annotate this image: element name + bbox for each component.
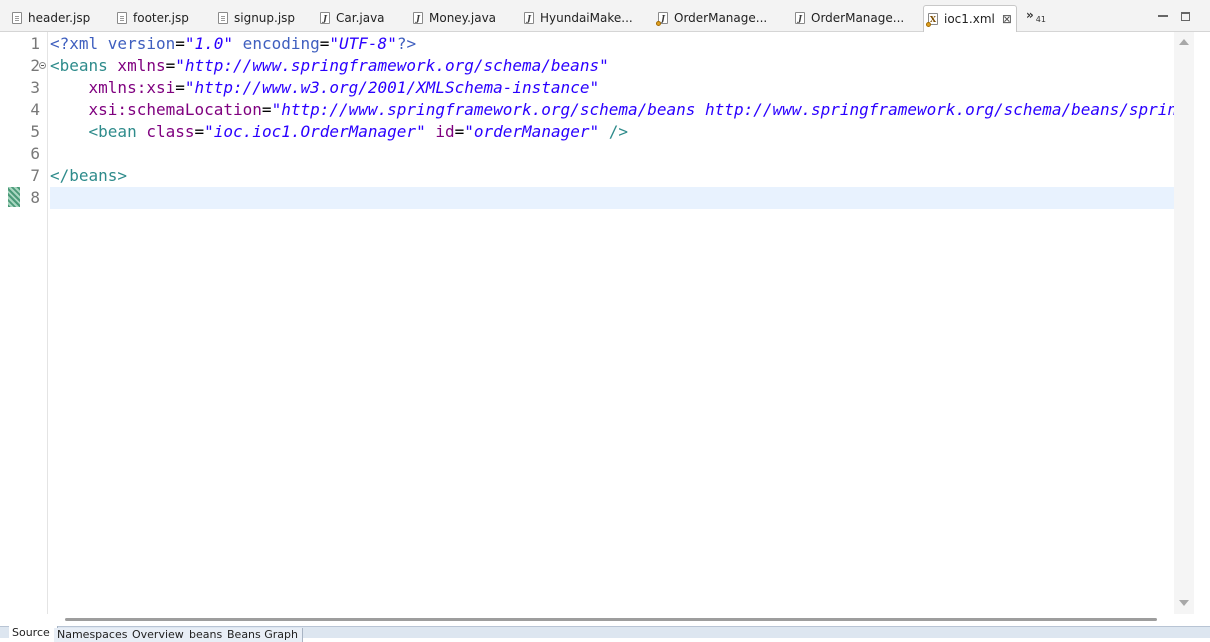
code-token: <bean [50,122,137,141]
tab-header-jsp[interactable]: header.jsp [12,7,90,29]
editor-tab-bar: header.jsp footer.jsp signup.jsp J Car.java J… [0,0,1210,32]
chevron-double-right-icon: » [1026,8,1034,22]
code-line[interactable] [50,143,1174,165]
code-line[interactable]: <beans xmlns="http://www.springframework… [50,55,1174,77]
code-token: = [175,34,185,53]
xml-file-icon: X [926,13,938,27]
code-token: "http://www.springframework.org/schema/b… [271,100,1174,119]
fold-collapse-icon[interactable] [39,62,46,69]
page-tab-overview[interactable]: Overview [129,628,190,642]
code-token: xmlns:xsi [50,78,176,97]
code-token: id [425,122,455,141]
code-line[interactable]: <?xml version="1.0" encoding="UTF-8"?> [50,33,1174,55]
minimize-icon[interactable] [1158,15,1168,17]
code-token: = [261,100,272,119]
line-number: 5 [30,122,40,141]
line-number: 4 [30,100,40,119]
page-tab-beans[interactable]: beans [186,628,228,642]
scroll-down-arrow-icon[interactable] [1179,600,1189,606]
tab-signup-jsp[interactable]: signup.jsp [218,7,295,29]
code-token: xmlns [107,56,166,75]
horizontal-scrollbar[interactable] [48,612,1174,626]
tab-label: OrderManage... [811,11,905,25]
code-token: <beans [50,56,108,75]
jsp-file-icon [12,12,22,24]
close-tab-icon[interactable]: ⊠ [1002,13,1012,25]
hidden-tab-count: 41 [1035,15,1046,24]
tab-label: OrderManage... [674,11,768,25]
line-number: 6 [30,144,40,163]
line-number: 2 [30,56,40,75]
code-token: = [175,78,185,97]
code-line[interactable]: </beans> [50,165,1174,187]
tab-label: footer.jsp [133,11,189,25]
code-token: "1.0" [184,34,234,53]
code-token: "UTF-8" [329,34,397,53]
line-number: 3 [30,78,40,97]
jsp-file-icon [117,12,127,24]
quick-diff-marker [8,187,20,207]
tab-ordermanage[interactable]: J OrderManage... [795,7,904,29]
vertical-scrollbar[interactable] [1174,32,1194,614]
tab-label: HyundaiMake... [540,11,633,25]
tab-label: ioc1.xml [944,12,995,26]
tab-footer-jsp[interactable]: footer.jsp [117,7,189,29]
tab-overflow-button[interactable]: » 41 [1026,8,1046,24]
tab-hyundaimake[interactable]: J HyundaiMake... [524,7,633,29]
tab-label: Car.java [336,11,385,25]
tab-money-java[interactable]: J Money.java [413,7,496,29]
code-area[interactable]: <?xml version="1.0" encoding="UTF-8"?> <b… [50,32,1174,614]
code-token: "http://www.w3.org/2001/XMLSchema-instan… [184,78,600,97]
tab-ioc1-xml[interactable]: Xioc1.xml ⊠ [923,5,1017,32]
code-token: = [194,122,205,141]
overview-ruler-left [0,32,20,614]
code-token: ?> [396,34,417,53]
code-line[interactable]: xmlns:xsi="http://www.w3.org/2001/XMLSch… [50,77,1174,99]
code-token: </beans> [50,166,128,185]
code-token: /> [599,122,629,141]
current-code-line[interactable] [50,187,1174,209]
code-line[interactable]: xsi:schemaLocation="http://www.springfra… [50,99,1174,121]
java-file-icon: J [320,12,330,24]
java-file-icon: J [795,12,805,24]
tab-label: header.jsp [28,11,91,25]
code-token: = [165,56,176,75]
code-token: "ioc.ioc1.OrderManager" [204,122,426,141]
line-number: 7 [30,166,40,185]
line-number: 8 [30,188,40,207]
horizontal-scrollbar-thumb[interactable] [65,618,1157,621]
maximize-icon[interactable] [1181,12,1190,21]
tab-ordermanage[interactable]: J OrderManage... [656,7,768,29]
code-token: "http://www.springframework.org/schema/b… [175,56,609,75]
scroll-up-arrow-icon[interactable] [1179,39,1189,45]
tab-label: Money.java [429,11,497,25]
page-tab-beans-graph[interactable]: Beans Graph [224,628,303,642]
code-token: encoding [233,34,320,53]
code-token: "orderManager" [464,122,600,141]
java-file-icon: J [413,12,423,24]
line-number: 1 [30,34,40,53]
xml-source-editor[interactable]: 12345678 <?xml version="1.0" encoding="U… [0,32,1210,614]
jsp-file-icon [218,12,228,24]
code-token: <?xml version [50,34,176,53]
code-token: xsi:schemaLocation [50,100,262,119]
page-tab-namespaces[interactable]: Namespaces [54,628,133,642]
code-token: = [454,122,465,141]
line-number-gutter: 1 2 3 4 5 6 7 8 [20,32,48,614]
tab-label: signup.jsp [234,11,296,25]
editor-page-tabs: Source Namespaces Overview beans Beans Graph [0,626,1210,642]
code-line[interactable]: <bean class="ioc.ioc1.OrderManager" id="… [50,121,1174,143]
code-token: class [136,122,195,141]
java-file-icon: J [656,12,668,26]
code-token: = [319,34,330,53]
java-file-icon: J [524,12,534,24]
tab-car-java[interactable]: J Car.java [320,7,385,29]
